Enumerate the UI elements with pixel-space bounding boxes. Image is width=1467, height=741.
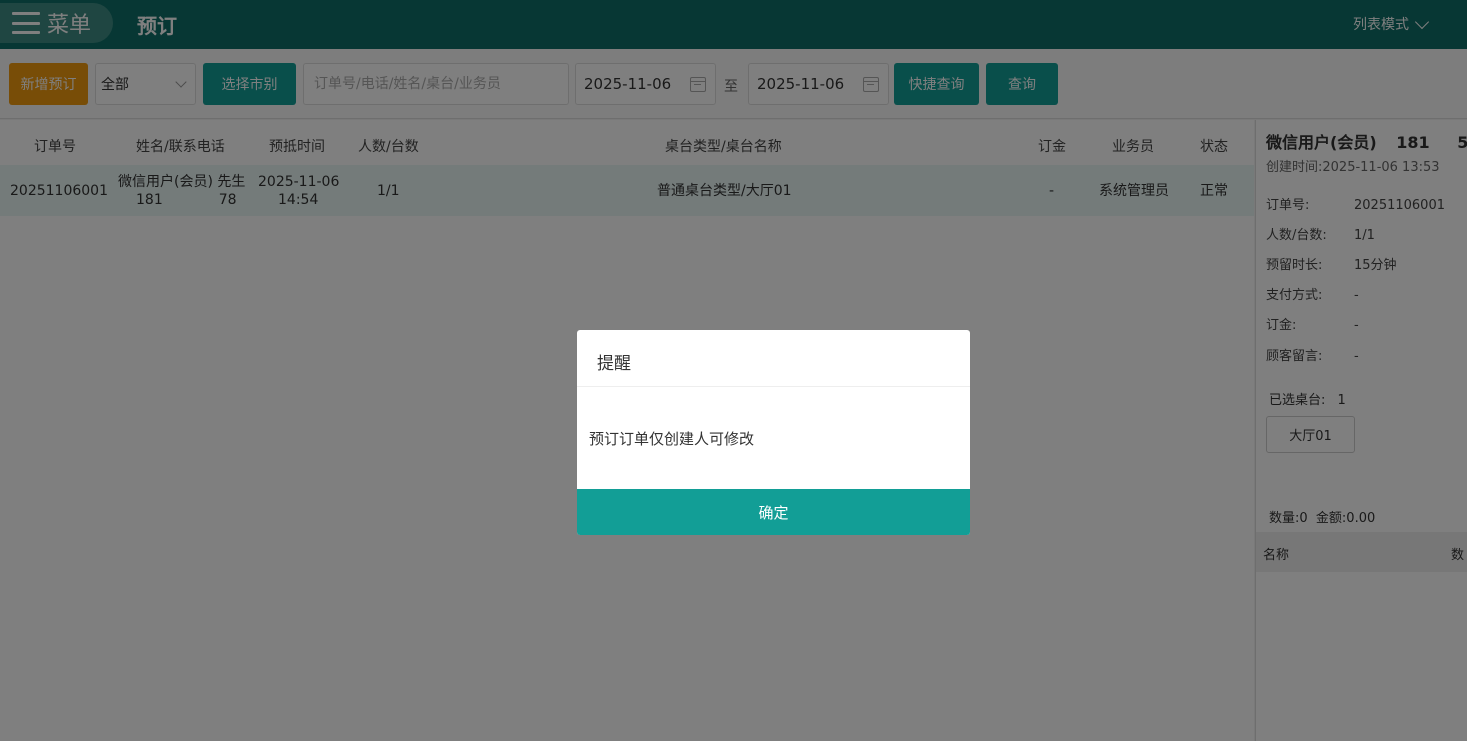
- confirm-button[interactable]: 确定: [577, 489, 970, 535]
- dialog-message: 预订订单仅创建人可修改: [589, 430, 755, 448]
- alert-dialog: 提醒 预订订单仅创建人可修改 确定: [577, 330, 970, 535]
- dialog-title: 提醒: [577, 330, 970, 387]
